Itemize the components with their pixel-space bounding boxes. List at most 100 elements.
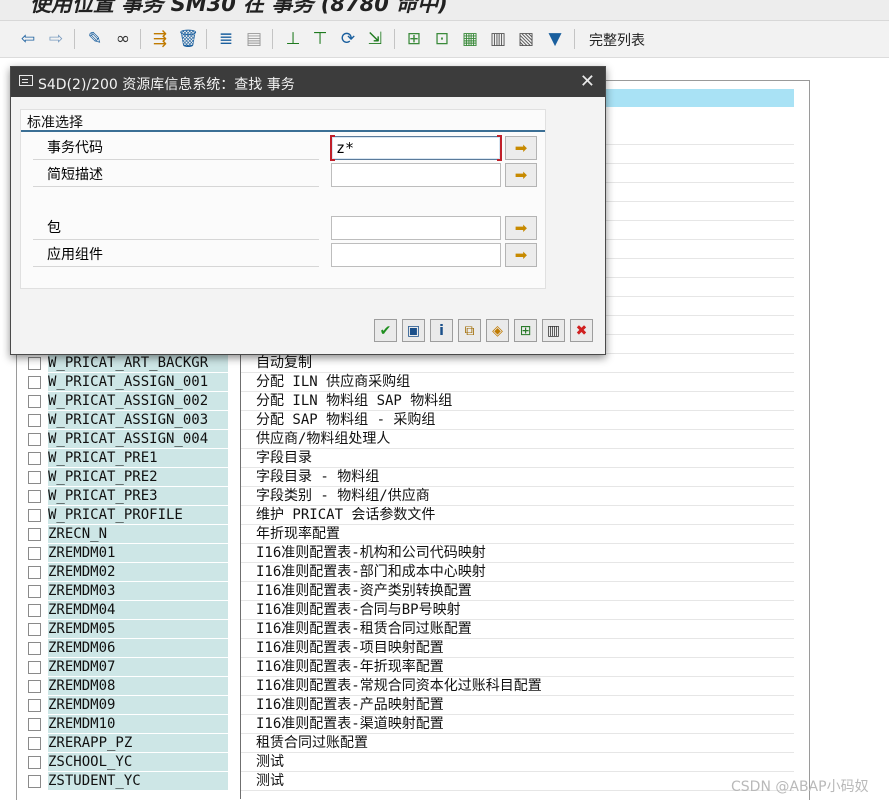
row-checkbox[interactable] bbox=[28, 357, 41, 370]
table-row[interactable]: ZREMDM02 I16准则配置表-部门和成本中心映射 bbox=[28, 563, 808, 582]
edit-icon[interactable]: ✎ bbox=[84, 28, 106, 50]
row-checkbox[interactable] bbox=[28, 680, 41, 693]
transaction-code-cell[interactable]: W_PRICAT_ASSIGN_002 bbox=[48, 392, 228, 410]
row-checkbox[interactable] bbox=[28, 661, 41, 674]
table-row[interactable]: ZRERAPP_PZ 租赁合同过账配置 bbox=[28, 734, 808, 753]
table-row[interactable]: W_PRICAT_PRE3 字段类别 - 物料组/供应商 bbox=[28, 487, 808, 506]
transaction-code-cell[interactable]: ZREMDM05 bbox=[48, 620, 228, 638]
row-checkbox[interactable] bbox=[28, 623, 41, 636]
filter-icon[interactable]: ▼ bbox=[544, 28, 566, 50]
short-description-input[interactable] bbox=[331, 163, 501, 187]
table-row[interactable]: ZRECN_N 年折现率配置 bbox=[28, 525, 808, 544]
transaction-code-cell[interactable]: ZRECN_N bbox=[48, 525, 228, 543]
doc-edit-icon[interactable]: ▥ bbox=[487, 28, 509, 50]
row-checkbox[interactable] bbox=[28, 756, 41, 769]
transaction-code-cell[interactable]: ZREMDM01 bbox=[48, 544, 228, 562]
transaction-code-cell[interactable]: ZREMDM02 bbox=[48, 563, 228, 581]
row-checkbox[interactable] bbox=[28, 528, 41, 541]
row-checkbox[interactable] bbox=[28, 509, 41, 522]
transaction-code-cell[interactable]: W_PRICAT_PRE1 bbox=[48, 449, 228, 467]
where-used-icon[interactable]: ⇶ bbox=[149, 28, 171, 50]
export-icon[interactable]: ⇲ bbox=[364, 28, 386, 50]
table-row[interactable]: ZSCHOOL_YC 测试 bbox=[28, 753, 808, 772]
package-input[interactable] bbox=[331, 216, 501, 240]
panel-icon[interactable]: ▤ bbox=[243, 28, 265, 50]
row-checkbox[interactable] bbox=[28, 433, 41, 446]
multiple-selection-button[interactable]: ➡ bbox=[505, 136, 537, 160]
row-checkbox[interactable] bbox=[28, 547, 41, 560]
transaction-code-cell[interactable]: W_PRICAT_PROFILE bbox=[48, 506, 228, 524]
transaction-code-cell[interactable]: ZREMDM08 bbox=[48, 677, 228, 695]
refresh-icon[interactable]: ⟳ bbox=[337, 28, 359, 50]
glasses-icon[interactable]: ∞ bbox=[112, 28, 134, 50]
transaction-code-cell[interactable]: ZREMDM03 bbox=[48, 582, 228, 600]
multiple-selection-button[interactable]: ➡ bbox=[505, 243, 537, 267]
transaction-code-cell[interactable]: W_PRICAT_ASSIGN_001 bbox=[48, 373, 228, 391]
doc-delete-icon[interactable]: ▧ bbox=[515, 28, 537, 50]
table-row[interactable]: ZSTUDENT_YC 测试 bbox=[28, 772, 808, 791]
row-checkbox[interactable] bbox=[28, 775, 41, 788]
row-checkbox[interactable] bbox=[28, 490, 41, 503]
transaction-code-cell[interactable]: W_PRICAT_PRE3 bbox=[48, 487, 228, 505]
full-list-button[interactable]: 完整列表 bbox=[589, 30, 645, 50]
table-row[interactable]: ZREMDM01 I16准则配置表-机构和公司代码映射 bbox=[28, 544, 808, 563]
transaction-code-cell[interactable]: ZREMDM04 bbox=[48, 601, 228, 619]
transaction-code-cell[interactable]: ZREMDM07 bbox=[48, 658, 228, 676]
table-row[interactable]: ZREMDM07 I16准则配置表-年折现率配置 bbox=[28, 658, 808, 677]
select-all-icon[interactable]: ⊞ bbox=[403, 28, 425, 50]
table-row[interactable]: W_PRICAT_ASSIGN_003 分配 SAP 物料组 - 采购组 bbox=[28, 411, 808, 430]
row-checkbox[interactable] bbox=[28, 699, 41, 712]
transaction-code-cell[interactable]: ZRERAPP_PZ bbox=[48, 734, 228, 752]
table-row[interactable]: ZREMDM10 I16准则配置表-渠道映射配置 bbox=[28, 715, 808, 734]
row-checkbox[interactable] bbox=[28, 585, 41, 598]
sort-desc-icon[interactable]: ⊤ bbox=[309, 28, 331, 50]
row-checkbox[interactable] bbox=[28, 471, 41, 484]
row-checkbox[interactable] bbox=[28, 718, 41, 731]
cancel-icon[interactable]: ✖ bbox=[570, 319, 593, 342]
columns-icon[interactable]: ▥ bbox=[542, 319, 565, 342]
delete-icon[interactable]: 🗑 bbox=[177, 28, 199, 50]
forward-icon[interactable]: ⇨ bbox=[45, 28, 67, 50]
transaction-code-input[interactable]: z* bbox=[330, 135, 502, 161]
save-icon[interactable]: ▣ bbox=[402, 319, 425, 342]
transaction-code-cell[interactable]: W_PRICAT_PRE2 bbox=[48, 468, 228, 486]
row-checkbox[interactable] bbox=[28, 395, 41, 408]
transaction-code-cell[interactable]: ZREMDM09 bbox=[48, 696, 228, 714]
options-icon[interactable]: ◈ bbox=[486, 319, 509, 342]
copy-icon[interactable]: ⧉ bbox=[458, 319, 481, 342]
multiple-selection-button[interactable]: ➡ bbox=[505, 216, 537, 240]
back-icon[interactable]: ⇦ bbox=[17, 28, 39, 50]
table-row[interactable]: W_PRICAT_PRE2 字段目录 - 物料组 bbox=[28, 468, 808, 487]
doc-icon[interactable]: ▦ bbox=[459, 28, 481, 50]
info-icon[interactable]: i bbox=[430, 319, 453, 342]
add-criteria-icon[interactable]: ⊞ bbox=[514, 319, 537, 342]
deselect-icon[interactable]: ⊡ bbox=[431, 28, 453, 50]
transaction-code-cell[interactable]: ZSCHOOL_YC bbox=[48, 753, 228, 771]
table-row[interactable]: W_PRICAT_ASSIGN_002 分配 ILN 物料组 SAP 物料组 bbox=[28, 392, 808, 411]
transaction-code-cell[interactable]: W_PRICAT_ASSIGN_004 bbox=[48, 430, 228, 448]
table-row[interactable]: ZREMDM05 I16准则配置表-租赁合同过账配置 bbox=[28, 620, 808, 639]
close-icon[interactable]: ✕ bbox=[580, 71, 595, 92]
table-row[interactable]: W_PRICAT_ASSIGN_001 分配 ILN 供应商采购组 bbox=[28, 373, 808, 392]
row-checkbox[interactable] bbox=[28, 604, 41, 617]
align-icon[interactable]: ≣ bbox=[215, 28, 237, 50]
table-row[interactable]: ZREMDM03 I16准则配置表-资产类别转换配置 bbox=[28, 582, 808, 601]
application-component-input[interactable] bbox=[331, 243, 501, 267]
transaction-code-cell[interactable]: ZSTUDENT_YC bbox=[48, 772, 228, 790]
transaction-code-cell[interactable]: ZREMDM10 bbox=[48, 715, 228, 733]
sort-asc-icon[interactable]: ⊥ bbox=[282, 28, 304, 50]
transaction-code-cell[interactable]: W_PRICAT_ASSIGN_003 bbox=[48, 411, 228, 429]
dialog-title-bar[interactable]: S4D(2)/200 资源库信息系统：查找 事务 ✕ bbox=[11, 67, 605, 97]
row-checkbox[interactable] bbox=[28, 642, 41, 655]
multiple-selection-button[interactable]: ➡ bbox=[505, 163, 537, 187]
table-row[interactable]: W_PRICAT_ASSIGN_004 供应商/物料组处理人 bbox=[28, 430, 808, 449]
row-checkbox[interactable] bbox=[28, 566, 41, 579]
row-checkbox[interactable] bbox=[28, 414, 41, 427]
table-row[interactable]: ZREMDM08 I16准则配置表-常规合同资本化过账科目配置 bbox=[28, 677, 808, 696]
table-row[interactable]: W_PRICAT_PROFILE 维护 PRICAT 会话参数文件 bbox=[28, 506, 808, 525]
table-row[interactable]: ZREMDM06 I16准则配置表-项目映射配置 bbox=[28, 639, 808, 658]
check-icon[interactable]: ✔ bbox=[374, 319, 397, 342]
table-row[interactable]: ZREMDM04 I16准则配置表-合同与BP号映射 bbox=[28, 601, 808, 620]
table-row[interactable]: W_PRICAT_ART_BACKGR 自动复制 bbox=[28, 354, 808, 373]
row-checkbox[interactable] bbox=[28, 737, 41, 750]
